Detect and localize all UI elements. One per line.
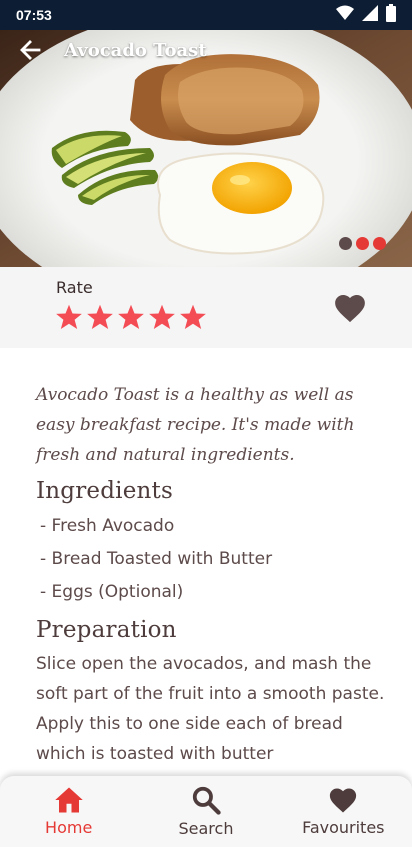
preparation-text: Slice open the avocados, and mash the so…: [36, 654, 385, 764]
status-bar: 07:53: [0, 0, 412, 30]
recipe-content: Avocado Toast is a healthy as well as ea…: [36, 380, 386, 769]
app-bar: Avocado Toast: [0, 30, 412, 70]
nav-label: Search: [178, 819, 234, 838]
nav-label: Home: [45, 818, 93, 837]
signal-icon: [362, 5, 378, 25]
page-title: Avocado Toast: [64, 39, 207, 61]
wifi-icon: [336, 5, 354, 25]
rating-section: Rate: [0, 267, 412, 348]
gallery-indicator: [339, 237, 386, 250]
ingredient-item: - Eggs (Optional): [40, 582, 184, 602]
nav-item-favourites[interactable]: Favourites: [288, 786, 398, 837]
home-icon: [54, 787, 83, 813]
recipe-intro: Avocado Toast is a healthy as well as ea…: [36, 385, 355, 465]
ingredient-item: - Bread Toasted with Butter: [40, 549, 273, 569]
status-icons: [336, 4, 396, 26]
back-button[interactable]: [10, 30, 50, 70]
star-icon[interactable]: [55, 303, 83, 331]
preparation-heading: Preparation: [36, 617, 177, 643]
star-icon[interactable]: [117, 303, 145, 331]
rate-label: Rate: [56, 278, 93, 297]
nav-item-home[interactable]: Home: [14, 786, 124, 837]
heart-icon: [330, 788, 357, 813]
nav-item-search[interactable]: Search: [151, 785, 261, 838]
gallery-dot[interactable]: [373, 237, 386, 250]
ingredients-heading: Ingredients: [36, 478, 173, 504]
nav-label: Favourites: [302, 818, 385, 837]
bottom-navigation: Home Search Favourites: [0, 776, 412, 847]
gallery-dot[interactable]: [339, 237, 352, 250]
battery-icon: [386, 4, 396, 26]
gallery-dot[interactable]: [356, 237, 369, 250]
status-time: 07:53: [16, 7, 52, 23]
search-icon: [192, 786, 221, 815]
arrow-back-icon: [20, 40, 41, 60]
favourite-button[interactable]: [333, 292, 367, 324]
star-rating[interactable]: [55, 303, 207, 331]
star-icon[interactable]: [179, 303, 207, 331]
ingredients-list: - Fresh Avocado - Bread Toasted with But…: [36, 510, 386, 609]
star-icon[interactable]: [148, 303, 176, 331]
ingredient-item: - Fresh Avocado: [40, 516, 175, 536]
star-icon[interactable]: [86, 303, 114, 331]
heart-icon: [335, 294, 365, 323]
